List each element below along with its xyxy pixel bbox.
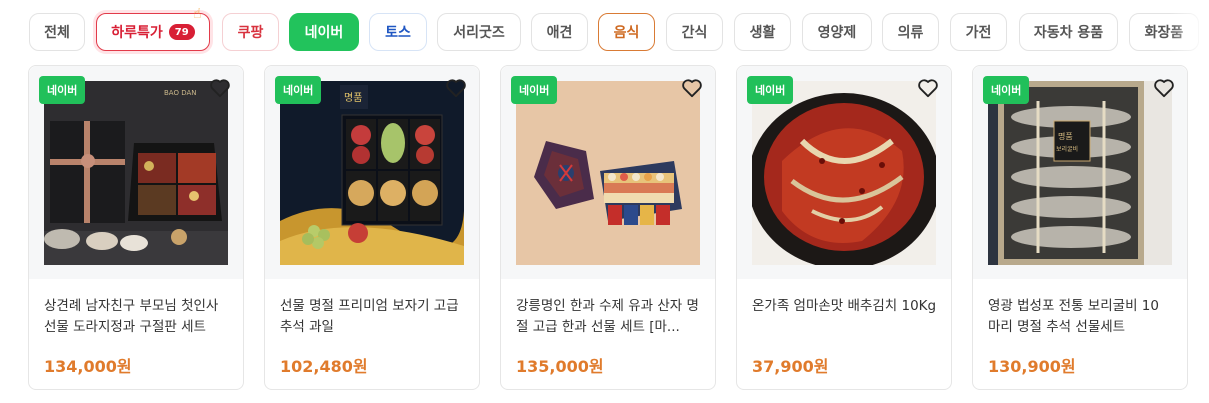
product-card[interactable]: 명품 네이버 선물 명절 프리미엄 보자기 고급 추석 과일 102,480원 xyxy=(264,65,480,390)
product-image-area: BAO DAN 네이버 xyxy=(29,66,243,279)
tab-appliances[interactable]: 가전 xyxy=(950,13,1007,51)
tab-label: 간식 xyxy=(681,25,708,41)
scroll-fade xyxy=(1169,0,1209,64)
product-title: 강릉명인 한과 수제 유과 산자 명절 고급 한과 선물 세트 [마... xyxy=(516,298,699,335)
naver-tag: 네이버 xyxy=(39,76,86,104)
heart-icon[interactable] xyxy=(1153,78,1175,98)
product-image[interactable]: 명품 xyxy=(280,81,464,265)
heart-icon[interactable] xyxy=(209,78,231,98)
svg-text:BAO DAN: BAO DAN xyxy=(164,89,197,97)
tab-label: 토스 xyxy=(385,25,411,41)
tab-label: 네이버 xyxy=(304,25,344,41)
tab-supplements[interactable]: 영양제 xyxy=(802,13,872,51)
product-image-area: 네이버 xyxy=(501,66,715,279)
tab-label: 의류 xyxy=(897,25,924,41)
pointing-hand-icon: ☝ xyxy=(193,6,202,22)
tab-label: 가전 xyxy=(965,25,992,41)
product-image[interactable] xyxy=(752,81,936,265)
product-card[interactable]: 명품 보리굴비 네이버 영광 법성포 전통 보리굴비 10 마리 명절 추석 선… xyxy=(972,65,1188,390)
product-title: 영광 법성포 전통 보리굴비 10 마리 명절 추석 선물세트 xyxy=(988,298,1159,335)
naver-tag: 네이버 xyxy=(275,76,322,104)
product-image-area: 네이버 xyxy=(737,66,951,279)
tab-all[interactable]: 전체 xyxy=(29,13,85,51)
svg-text:명품: 명품 xyxy=(344,92,362,104)
tab-snack[interactable]: 간식 xyxy=(666,13,723,51)
tab-label: 서리굿즈 xyxy=(453,25,505,41)
naver-tag: 네이버 xyxy=(511,76,558,104)
product-price: 130,900원 xyxy=(988,357,1076,376)
heart-icon[interactable] xyxy=(917,78,939,98)
tab-seori-goods[interactable]: 서리굿즈 xyxy=(437,13,521,51)
tab-naver[interactable]: 네이버 xyxy=(289,13,359,51)
tab-pet[interactable]: 애견 xyxy=(531,13,588,51)
product-card[interactable]: BAO DAN 네이버 상견례 남자친구 부모님 첫인사 선물 도라지정과 구절… xyxy=(28,65,244,390)
heart-icon[interactable] xyxy=(445,78,467,98)
product-image[interactable] xyxy=(516,81,700,265)
tab-label: 하루특가 xyxy=(111,25,163,41)
tab-label: 애견 xyxy=(546,25,573,41)
product-image[interactable]: 명품 보리굴비 xyxy=(988,81,1172,265)
product-title: 온가족 엄마손맛 배추김치 10Kg xyxy=(752,298,937,314)
product-image[interactable]: BAO DAN xyxy=(44,81,228,265)
product-title: 상견례 남자친구 부모님 첫인사 선물 도라지정과 구절판 세트 xyxy=(44,298,219,335)
product-image-area: 명품 보리굴비 네이버 xyxy=(973,66,1187,279)
category-tab-bar: 전체 하루특가 79 ☝ 쿠팡 네이버 토스 서리굿즈 애견 음식 간식 생활 … xyxy=(0,0,1209,64)
tab-label: 자동차 용품 xyxy=(1033,25,1104,41)
tab-living[interactable]: 생활 xyxy=(734,13,791,51)
product-price: 134,000원 xyxy=(44,357,132,376)
tab-car-accessories[interactable]: 자동차 용품 xyxy=(1019,13,1118,51)
svg-text:보리굴비: 보리굴비 xyxy=(1056,145,1078,153)
product-card[interactable]: 네이버 온가족 엄마손맛 배추김치 10Kg 37,900원 xyxy=(736,65,952,390)
naver-tag: 네이버 xyxy=(983,76,1030,104)
tab-label: 쿠팡 xyxy=(237,25,264,41)
tab-food[interactable]: 음식 xyxy=(598,13,655,51)
deal-count-badge: 79 xyxy=(168,24,195,40)
tab-toss[interactable]: 토스 xyxy=(369,13,427,51)
product-title: 선물 명절 프리미엄 보자기 고급 추석 과일 xyxy=(280,298,459,335)
product-image-area: 명품 네이버 xyxy=(265,66,479,279)
tab-coupang[interactable]: 쿠팡 xyxy=(222,13,279,51)
heart-icon[interactable] xyxy=(681,78,703,98)
product-price: 37,900원 xyxy=(752,357,829,376)
tab-clothing[interactable]: 의류 xyxy=(882,13,939,51)
naver-tag: 네이버 xyxy=(747,76,794,104)
product-price: 102,480원 xyxy=(280,357,368,376)
tab-label: 영양제 xyxy=(817,25,857,41)
product-price: 135,000원 xyxy=(516,357,604,376)
product-card[interactable]: 네이버 강릉명인 한과 수제 유과 산자 명절 고급 한과 선물 세트 [마..… xyxy=(500,65,716,390)
tab-label: 음식 xyxy=(613,25,640,41)
tab-label: 전체 xyxy=(44,25,70,41)
tab-label: 생활 xyxy=(749,25,776,41)
svg-text:명품: 명품 xyxy=(1058,131,1073,141)
